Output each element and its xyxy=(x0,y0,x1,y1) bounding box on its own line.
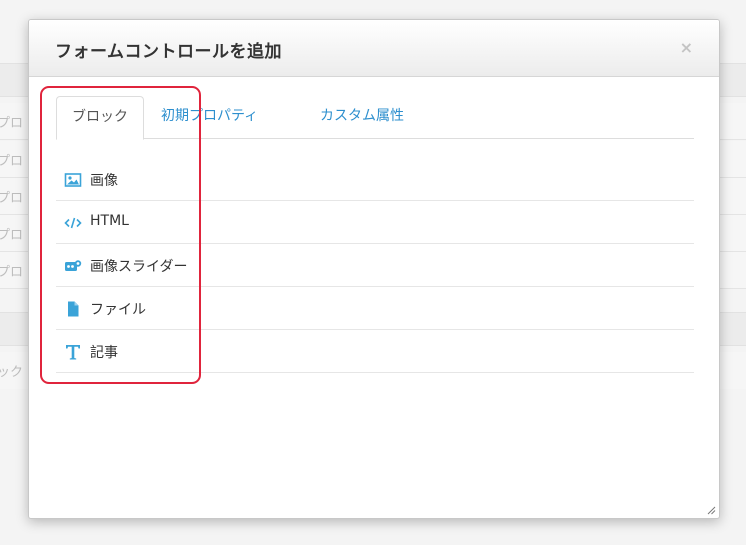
tab-custom-attributes[interactable]: カスタム属性 xyxy=(306,96,418,139)
code-icon xyxy=(64,217,82,229)
slider-icon xyxy=(65,260,82,271)
background-row-label: プロ xyxy=(0,265,24,280)
text-icon xyxy=(66,345,80,360)
block-list: 画像 HTML 画像スライダー ファイル 記事 xyxy=(56,158,694,373)
add-form-control-dialog: フォームコントロールを追加 × ブロック 初期プロパティ カスタム属性 画像 H… xyxy=(28,19,720,519)
block-item-file[interactable]: ファイル xyxy=(56,287,694,330)
block-item-label: ファイル xyxy=(90,302,146,318)
tab-initial-properties[interactable]: 初期プロパティ xyxy=(147,96,272,139)
block-item-image[interactable]: 画像 xyxy=(56,158,694,201)
close-button[interactable]: × xyxy=(680,38,693,58)
block-item-image-slider[interactable]: 画像スライダー xyxy=(56,244,694,287)
background-row-label: プロ xyxy=(0,228,24,243)
file-icon xyxy=(68,301,79,317)
dialog-title: フォームコントロールを追加 xyxy=(55,42,282,62)
block-item-label: 画像スライダー xyxy=(90,259,188,275)
block-item-label: HTML xyxy=(90,213,129,229)
background-row-label: プロ xyxy=(0,154,24,169)
image-icon xyxy=(64,173,82,187)
tab-block[interactable]: ブロック xyxy=(56,96,144,140)
block-item-html[interactable]: HTML xyxy=(56,201,694,244)
tab-bar: ブロック 初期プロパティ カスタム属性 xyxy=(56,96,694,140)
block-item-article[interactable]: 記事 xyxy=(56,330,694,373)
background-row-label: プロ xyxy=(0,116,24,131)
resize-grip-icon[interactable] xyxy=(706,505,716,515)
block-item-label: 画像 xyxy=(90,173,118,189)
block-item-label: 記事 xyxy=(90,345,118,361)
dialog-header: フォームコントロールを追加 × xyxy=(29,20,719,77)
background-row-label: プロ xyxy=(0,191,24,206)
